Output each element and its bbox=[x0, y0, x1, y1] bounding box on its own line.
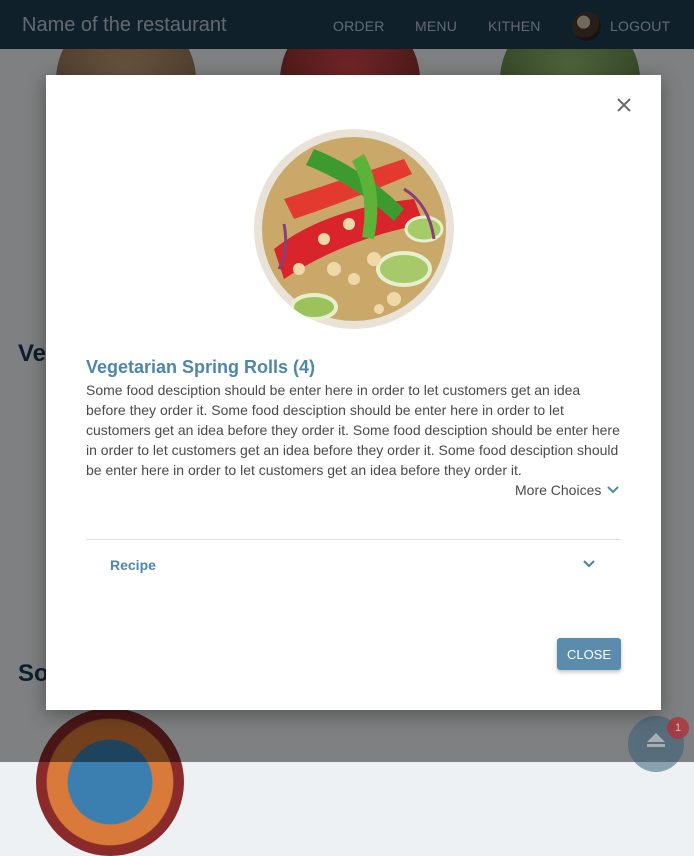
close-button[interactable]: CLOSE bbox=[557, 638, 621, 670]
more-choices-label: More Choices bbox=[515, 482, 602, 498]
dish-image bbox=[254, 129, 454, 329]
dish-description: Some food desciption should be enter her… bbox=[86, 382, 620, 478]
chevron-down-icon bbox=[583, 560, 595, 568]
recipe-accordion[interactable]: Recipe bbox=[86, 540, 621, 588]
eject-icon bbox=[647, 733, 665, 747]
dish-title: Vegetarian Spring Rolls (4) bbox=[86, 357, 316, 377]
dish-detail-modal: Vegetarian Spring Rolls (4) Some food de… bbox=[46, 75, 661, 710]
close-icon[interactable] bbox=[614, 95, 634, 115]
recipe-label: Recipe bbox=[110, 557, 156, 573]
cart-count-badge: 1 bbox=[667, 717, 689, 739]
more-choices-toggle[interactable]: More Choices bbox=[515, 482, 620, 498]
chevron-down-icon bbox=[607, 486, 620, 494]
